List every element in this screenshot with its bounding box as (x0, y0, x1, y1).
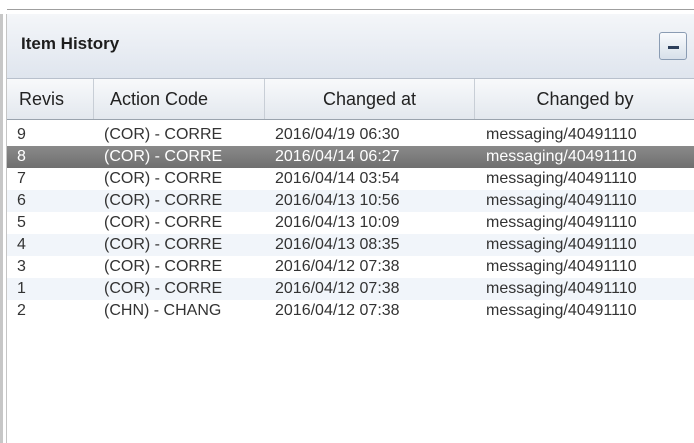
revision-cell: 5 (17, 214, 26, 231)
collapse-button[interactable] (659, 32, 687, 60)
minus-icon (668, 46, 679, 49)
table-row[interactable]: 8 (COR) - CORRE 2016/04/14 06:27 messaging/… (7, 146, 694, 168)
revision-cell: 9 (17, 126, 26, 143)
action-code-cell: (COR) - CORRE (104, 170, 223, 187)
changed-by-cell: messaging/40491110 (486, 126, 637, 143)
revision-cell: 8 (17, 148, 26, 165)
panel-header: Item History (7, 14, 694, 79)
changed-by-cell: messaging/40491110 (486, 236, 637, 253)
action-code-cell: (COR) - CORRE (104, 236, 223, 253)
table-row[interactable]: 2 (CHN) - CHANG 2016/04/12 07:38 messaging/… (7, 300, 694, 322)
table-row[interactable]: 1 (COR) - CORRE 2016/04/12 07:38 messaging/… (7, 278, 694, 300)
revision-cell: 2 (17, 302, 26, 319)
changed-by-cell: messaging/40491110 (486, 214, 637, 231)
changed-at-cell: 2016/04/12 07:38 (275, 258, 400, 275)
revision-cell: 4 (17, 236, 26, 253)
changed-at-cell: 2016/04/12 07:38 (275, 302, 400, 319)
changed-at-cell: 2016/04/13 08:35 (275, 236, 400, 253)
changed-at-cell: 2016/04/14 06:27 (275, 148, 400, 165)
panel-title: Item History (21, 34, 120, 53)
table-row[interactable]: 6 (COR) - CORRE 2016/04/13 10:56 messaging/… (7, 190, 694, 212)
action-code-cell: (COR) - CORRE (104, 148, 223, 165)
changed-by-cell: messaging/40491110 (486, 170, 637, 187)
table-row[interactable]: 3 (COR) - CORRE 2016/04/12 07:38 messaging/… (7, 256, 694, 278)
top-strip (0, 0, 694, 14)
revision-cell: 6 (17, 192, 26, 209)
action-code-cell: (COR) - CORRE (104, 192, 223, 209)
changed-at-cell: 2016/04/19 06:30 (275, 126, 400, 143)
action-code-cell: (CHN) - CHANG (104, 302, 222, 319)
changed-by-cell: messaging/40491110 (486, 302, 637, 319)
changed-by-cell: messaging/40491110 (486, 192, 637, 209)
item-history-panel: Item History Revis Action Code Changed a… (6, 14, 694, 443)
table-row[interactable]: 5 (COR) - CORRE 2016/04/13 10:09 messaging/… (7, 212, 694, 234)
revision-cell: 1 (17, 280, 26, 297)
changed-by-cell: messaging/40491110 (486, 148, 637, 165)
changed-at-cell: 2016/04/14 03:54 (275, 170, 400, 187)
history-table-body: 9 (COR) - CORRE 2016/04/19 06:30 messaging/… (7, 124, 694, 322)
column-header-changed-by[interactable]: Changed by (475, 79, 694, 119)
column-header-revision[interactable]: Revis (7, 79, 94, 119)
revision-cell: 7 (17, 170, 26, 187)
table-row[interactable]: 7 (COR) - CORRE 2016/04/14 03:54 messaging/… (7, 168, 694, 190)
action-code-cell: (COR) - CORRE (104, 214, 223, 231)
table-row[interactable]: 9 (COR) - CORRE 2016/04/19 06:30 messaging/… (7, 124, 694, 146)
column-header-action-code[interactable]: Action Code (94, 79, 265, 119)
action-code-cell: (COR) - CORRE (104, 126, 223, 143)
revision-cell: 3 (17, 258, 26, 275)
changed-at-cell: 2016/04/13 10:56 (275, 192, 400, 209)
action-code-cell: (COR) - CORRE (104, 258, 223, 275)
changed-at-cell: 2016/04/12 07:38 (275, 280, 400, 297)
top-divider (7, 9, 694, 10)
column-header-row: Revis Action Code Changed at Changed by (7, 79, 694, 120)
changed-by-cell: messaging/40491110 (486, 280, 637, 297)
action-code-cell: (COR) - CORRE (104, 280, 223, 297)
table-row[interactable]: 4 (COR) - CORRE 2016/04/13 08:35 messaging/… (7, 234, 694, 256)
changed-at-cell: 2016/04/13 10:09 (275, 214, 400, 231)
window-left-border (0, 0, 3, 443)
changed-by-cell: messaging/40491110 (486, 258, 637, 275)
column-header-changed-at[interactable]: Changed at (265, 79, 475, 119)
